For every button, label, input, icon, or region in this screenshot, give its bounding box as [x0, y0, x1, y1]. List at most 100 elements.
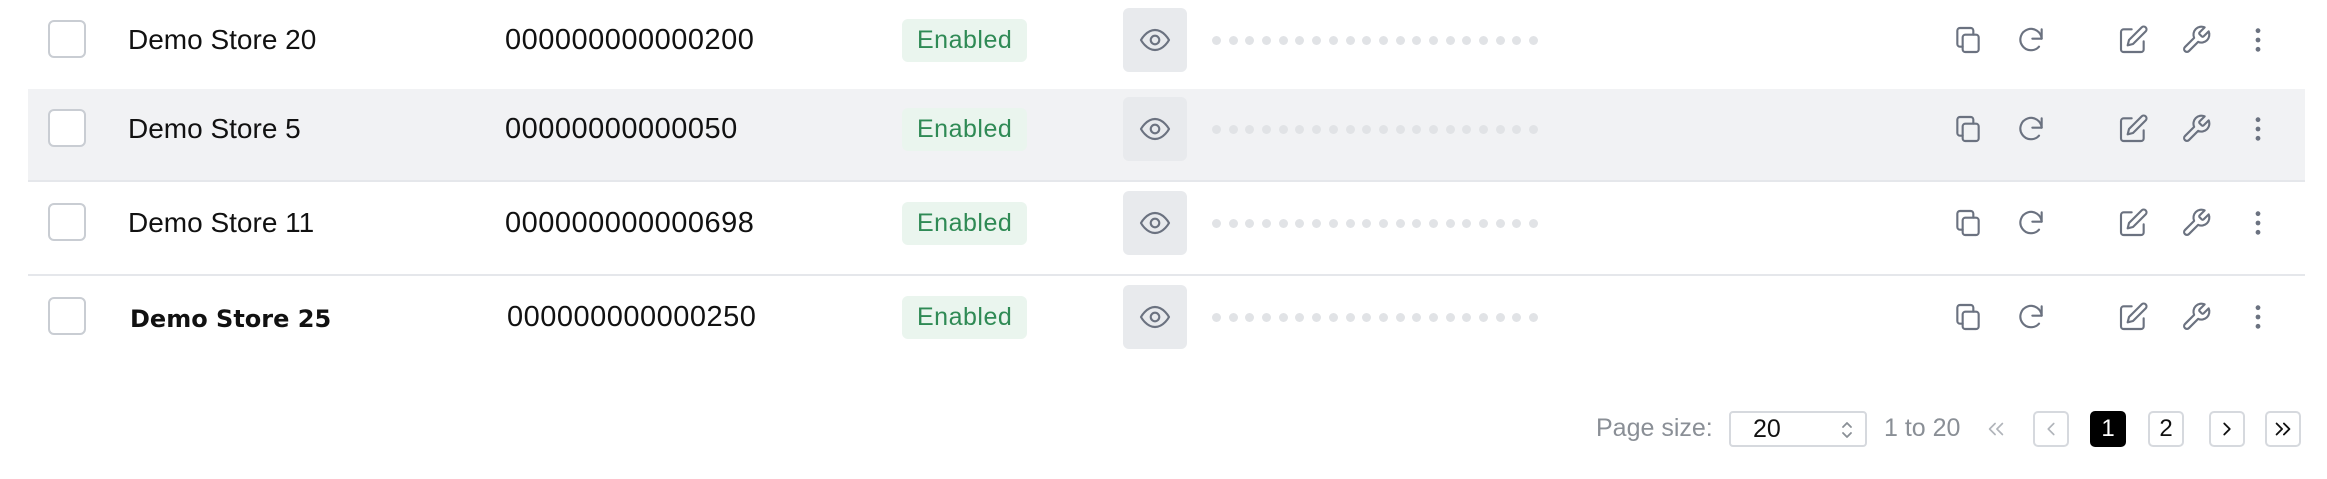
mask-dot [1495, 125, 1505, 134]
first-page-button[interactable] [1978, 411, 2014, 447]
eye-icon [1139, 117, 1171, 141]
page-size-select[interactable]: 20 [1729, 411, 1867, 447]
more-vertical-icon [2255, 28, 2261, 52]
store-name[interactable]: Demo Store 11 [128, 206, 314, 240]
refresh-icon [2019, 304, 2043, 329]
wrench-icon [2183, 25, 2211, 53]
settings-button[interactable] [2176, 203, 2216, 243]
more-options-button[interactable] [2238, 203, 2278, 243]
mask-dot [1312, 125, 1322, 134]
mask-dot [1312, 36, 1322, 45]
settings-button[interactable] [2176, 109, 2216, 149]
eye-icon [1139, 305, 1171, 329]
reveal-secret-button[interactable] [1123, 8, 1187, 72]
mask-dot [1328, 125, 1338, 134]
row-checkbox[interactable] [48, 297, 86, 335]
reveal-secret-button[interactable] [1123, 285, 1187, 349]
mask-dot [1428, 219, 1438, 228]
masked-secret [1212, 125, 1539, 135]
mask-dot [1228, 125, 1238, 134]
mask-dot [1328, 36, 1338, 45]
mask-dot [1262, 219, 1272, 228]
edit-button[interactable] [2113, 297, 2153, 337]
mask-dot [1512, 36, 1522, 45]
mask-dot [1412, 125, 1422, 134]
mask-dot [1428, 313, 1438, 322]
wrench-icon [2183, 114, 2211, 142]
edit-icon [2119, 114, 2148, 143]
row-checkbox[interactable] [48, 109, 86, 147]
reveal-secret-button[interactable] [1123, 97, 1187, 161]
refresh-button[interactable] [2011, 297, 2051, 337]
edit-button[interactable] [2113, 109, 2153, 149]
next-page-icon [2223, 422, 2231, 436]
mask-dot [1462, 219, 1472, 228]
mask-dot [1212, 313, 1221, 322]
mask-dot [1262, 125, 1272, 134]
mask-dot [1245, 313, 1255, 322]
mask-dot [1479, 125, 1488, 134]
refresh-icon [2019, 116, 2043, 141]
status-badge: Enabled [902, 19, 1028, 62]
mask-dot [1445, 36, 1455, 45]
edit-button[interactable] [2113, 20, 2153, 60]
mask-dot [1378, 313, 1388, 322]
mask-dot [1295, 219, 1305, 228]
more-options-button[interactable] [2238, 109, 2278, 149]
mask-dot [1245, 125, 1255, 134]
mask-dot [1512, 219, 1522, 228]
refresh-button[interactable] [2011, 109, 2051, 149]
store-name[interactable]: Demo Store 25 [130, 302, 331, 336]
masked-secret [1212, 36, 1539, 46]
last-page-button[interactable] [2265, 411, 2301, 447]
mask-dot [1428, 36, 1438, 45]
mask-dot [1428, 125, 1438, 134]
mask-dot [1462, 125, 1472, 134]
copy-button[interactable] [1948, 203, 1988, 243]
mask-dot [1245, 36, 1255, 45]
first-page-icon [1988, 422, 2004, 436]
copy-icon [1956, 209, 1980, 237]
settings-button[interactable] [2176, 297, 2216, 337]
mask-dot [1462, 36, 1472, 45]
store-name[interactable]: Demo Store 5 [128, 112, 301, 146]
page-button-1[interactable]: 1 [2090, 411, 2126, 447]
mask-dot [1362, 219, 1372, 228]
prev-page-button[interactable] [2033, 411, 2069, 447]
copy-button[interactable] [1948, 109, 1988, 149]
settings-button[interactable] [2176, 20, 2216, 60]
last-page-icon [2275, 422, 2291, 436]
more-options-button[interactable] [2238, 20, 2278, 60]
mask-dot [1345, 36, 1355, 45]
mask-dot [1362, 125, 1372, 134]
copy-button[interactable] [1948, 297, 1988, 337]
refresh-button[interactable] [2011, 20, 2051, 60]
table-row: Demo Store 25 000000000000250 Enabled [28, 277, 2305, 370]
row-checkbox[interactable] [48, 20, 86, 58]
mask-dot [1445, 125, 1455, 134]
next-page-button[interactable] [2209, 411, 2245, 447]
mask-dot [1378, 36, 1388, 45]
reveal-secret-button[interactable] [1123, 191, 1187, 255]
page-size-value: 20 [1753, 415, 1781, 443]
page-size-label: Page size: [1596, 414, 1713, 442]
mask-dot [1495, 36, 1505, 45]
status-badge: Enabled [902, 108, 1028, 151]
more-options-button[interactable] [2238, 297, 2278, 337]
wrench-icon [2183, 302, 2211, 330]
mask-dot [1212, 125, 1221, 134]
edit-button[interactable] [2113, 203, 2153, 243]
mask-dot [1345, 313, 1355, 322]
copy-icon [1956, 26, 1980, 54]
mask-dot [1295, 313, 1305, 322]
mask-dot [1462, 313, 1472, 322]
copy-button[interactable] [1948, 20, 1988, 60]
row-checkbox[interactable] [48, 203, 86, 241]
updown-chevron-icon [1842, 422, 1852, 438]
page-button-2[interactable]: 2 [2148, 411, 2184, 447]
mask-dot [1395, 313, 1405, 322]
mask-dot [1228, 313, 1238, 322]
refresh-button[interactable] [2011, 203, 2051, 243]
mask-dot [1278, 219, 1288, 228]
store-name[interactable]: Demo Store 20 [128, 23, 316, 57]
